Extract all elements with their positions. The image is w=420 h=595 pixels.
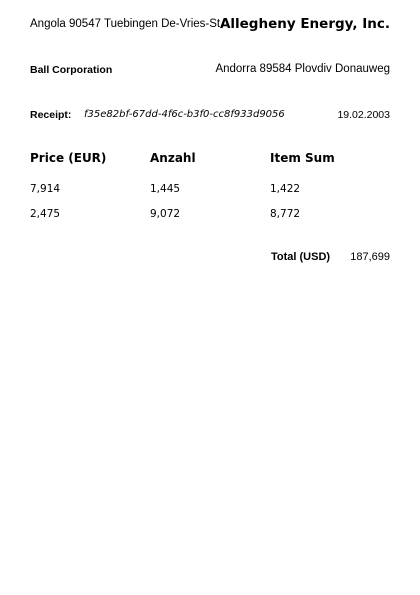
table-cell-price: 2,475 (30, 208, 61, 220)
table-cell-quantity: 9,072 (150, 208, 181, 220)
table-header-item-sum: Item Sum (270, 151, 335, 165)
total-value: 187,699 (350, 251, 390, 263)
table-cell-item-sum: 1,422 (270, 183, 301, 195)
receipt-page: Angola 90547 Tuebingen De-Vries-St. Alle… (0, 0, 420, 595)
recipient-address: Andorra 89584 Plovdiv Donauweg (215, 63, 390, 75)
table-header-price: Price (EUR) (30, 151, 107, 165)
sender-address: Angola 90547 Tuebingen De-Vries-St. (30, 18, 224, 30)
table-header-quantity: Anzahl (150, 151, 196, 165)
receipt-id: f35e82bf-67dd-4f6c-b3f0-cc8f933d9056 (84, 109, 285, 120)
total-label: Total (USD) (271, 251, 331, 263)
table-cell-item-sum: 8,772 (270, 208, 301, 220)
recipient-company-name: Ball Corporation (30, 64, 113, 76)
sender-company-name: Allegheny Energy, Inc. (219, 16, 390, 32)
receipt-date: 19.02.2003 (337, 109, 390, 121)
receipt-label: Receipt: (30, 109, 72, 121)
table-cell-quantity: 1,445 (150, 183, 181, 195)
table-cell-price: 7,914 (30, 183, 61, 195)
